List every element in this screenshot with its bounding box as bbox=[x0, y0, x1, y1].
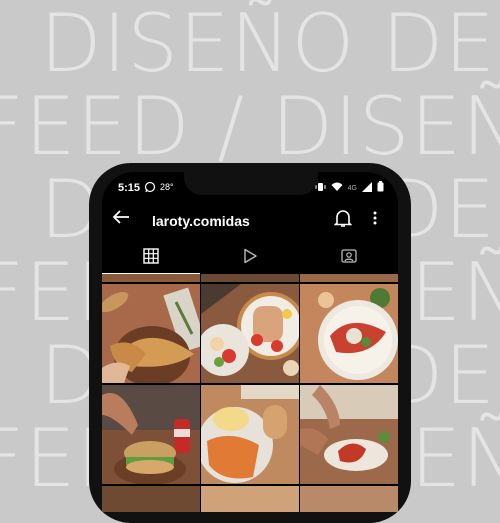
grid-item-8[interactable] bbox=[201, 486, 299, 512]
more-vertical-icon[interactable] bbox=[372, 210, 378, 231]
phone-screen: 5:15 28° 4G laroty.comidas bbox=[102, 172, 398, 512]
signal-icon bbox=[362, 181, 372, 195]
bg-line-2: FEED / DISEÑO bbox=[0, 80, 500, 173]
grid-item-partial[interactable] bbox=[300, 274, 398, 282]
profile-header: laroty.comidas bbox=[102, 202, 398, 238]
arrow-left-icon[interactable] bbox=[112, 208, 130, 231]
grid-item-partial[interactable] bbox=[102, 274, 200, 282]
play-icon bbox=[242, 248, 258, 269]
status-right: 4G bbox=[315, 181, 384, 195]
grid-item-1[interactable] bbox=[102, 284, 200, 383]
battery-icon bbox=[377, 181, 384, 195]
grid-item-4[interactable] bbox=[102, 385, 200, 484]
status-temperature: 28° bbox=[160, 182, 174, 192]
profile-username: laroty.comidas bbox=[152, 213, 250, 229]
phone-notch bbox=[184, 163, 318, 195]
grid-item-6[interactable] bbox=[300, 385, 398, 484]
grid-item-7[interactable] bbox=[102, 486, 200, 512]
tab-tagged[interactable] bbox=[300, 242, 398, 274]
whatsapp-icon bbox=[144, 181, 156, 196]
grid-item-3[interactable] bbox=[300, 284, 398, 383]
grid-item-5[interactable] bbox=[201, 385, 299, 484]
bg-line-1: DISEÑO DE bbox=[40, 0, 496, 90]
grid-item-2[interactable] bbox=[201, 284, 299, 383]
network-type: 4G bbox=[347, 184, 357, 192]
photo-grid bbox=[102, 274, 398, 512]
grid-item-partial[interactable] bbox=[201, 274, 299, 282]
tab-grid[interactable] bbox=[102, 242, 200, 274]
profile-tabs bbox=[102, 242, 398, 274]
status-time: 5:15 bbox=[118, 182, 141, 194]
tab-reels[interactable] bbox=[201, 242, 299, 274]
bell-icon[interactable] bbox=[333, 208, 353, 233]
grid-item-9[interactable] bbox=[300, 486, 398, 512]
wifi-icon bbox=[331, 182, 343, 195]
grid-icon bbox=[143, 247, 159, 269]
tagged-person-icon bbox=[341, 248, 357, 269]
